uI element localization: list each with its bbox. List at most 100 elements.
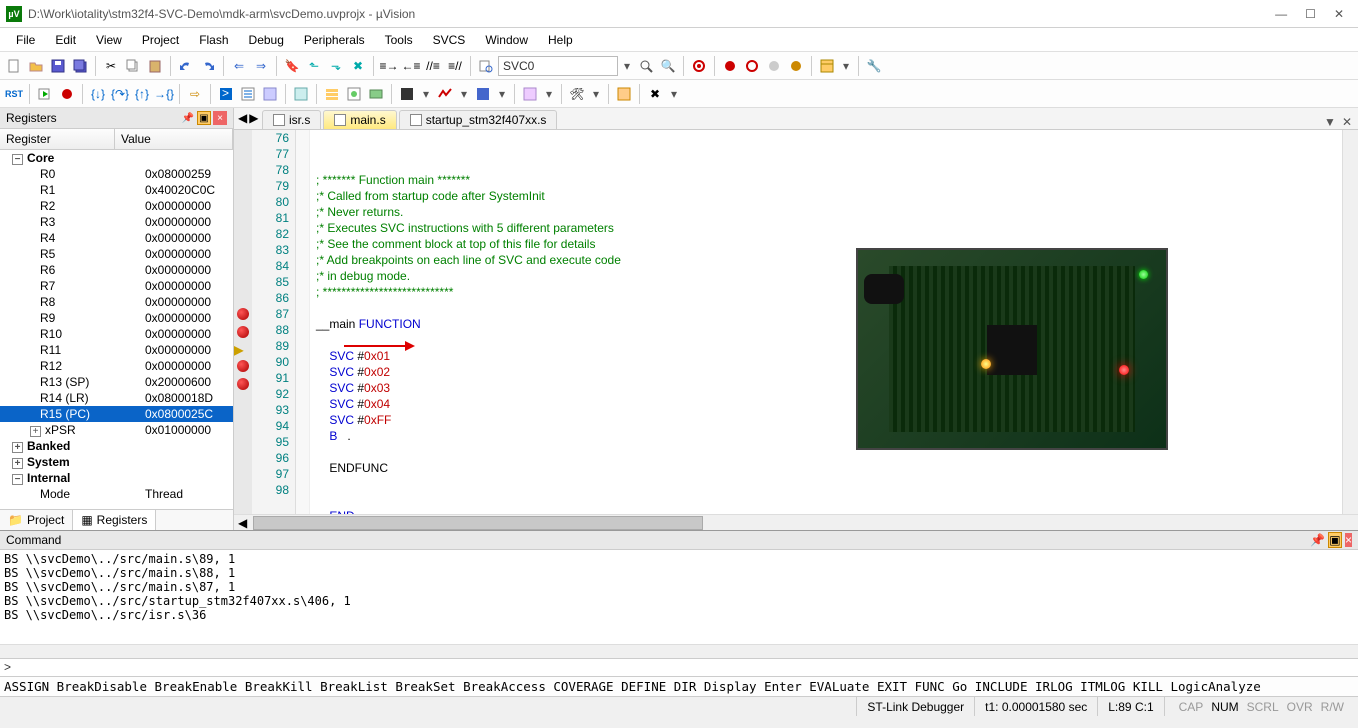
panel-close-icon[interactable]: ×	[213, 111, 227, 125]
register-row[interactable]: R100x00000000	[0, 326, 233, 342]
code-line[interactable]: ; ****************************	[316, 284, 1342, 300]
editor-tab[interactable]: main.s	[323, 110, 396, 129]
register-row[interactable]: R10x40020C0C	[0, 182, 233, 198]
watch-window-icon[interactable]	[344, 84, 364, 104]
cmd-pin-icon[interactable]: 📌	[1310, 533, 1325, 547]
pc-marker[interactable]: ▶	[234, 342, 252, 358]
command-window-icon[interactable]: >	[216, 84, 236, 104]
code-line[interactable]	[316, 300, 1342, 316]
code-line[interactable]: ;* See the comment block at top of this …	[316, 236, 1342, 252]
editor-tab[interactable]: isr.s	[262, 110, 321, 129]
menu-window[interactable]: Window	[475, 31, 538, 49]
register-row[interactable]: R110x00000000	[0, 342, 233, 358]
code-line[interactable]: __main FUNCTION	[316, 316, 1342, 332]
register-row[interactable]: R15 (PC)0x0800025C	[0, 406, 233, 422]
step-out-icon[interactable]: {↑}	[132, 84, 152, 104]
register-row[interactable]: R60x00000000	[0, 262, 233, 278]
menu-view[interactable]: View	[86, 31, 132, 49]
code-line[interactable]: ;* Add breakpoints on each line of SVC a…	[316, 252, 1342, 268]
system-viewer-icon[interactable]	[520, 84, 540, 104]
bookmark-next-icon[interactable]: ⬎	[326, 56, 346, 76]
editor-tab[interactable]: startup_stm32f407xx.s	[399, 110, 558, 129]
register-group[interactable]: −Core	[0, 150, 233, 166]
show-next-icon[interactable]: ⇨	[185, 84, 205, 104]
bookmark-clear-icon[interactable]: ✖	[348, 56, 368, 76]
register-group[interactable]: −Internal	[0, 470, 233, 486]
open-file-icon[interactable]	[26, 56, 46, 76]
serial-window-icon[interactable]	[397, 84, 417, 104]
bp-insert-icon[interactable]	[720, 56, 740, 76]
window-layout-dropdown-icon[interactable]: ▾	[839, 59, 853, 73]
breakpoint-icon[interactable]	[237, 308, 249, 320]
step-icon[interactable]: {↓}	[88, 84, 108, 104]
outdent-icon[interactable]: ←≡	[401, 56, 421, 76]
find-icon[interactable]	[636, 56, 656, 76]
call-stack-icon[interactable]	[322, 84, 342, 104]
code-line[interactable]: ;* Called from startup code after System…	[316, 188, 1342, 204]
register-row[interactable]: R13 (SP)0x20000600	[0, 374, 233, 390]
menu-tools[interactable]: Tools	[375, 31, 423, 49]
bookmark-icon[interactable]: 🔖	[282, 56, 302, 76]
breakpoint-icon[interactable]	[237, 326, 249, 338]
indent-icon[interactable]: ≡→	[379, 56, 399, 76]
code-line[interactable]	[316, 492, 1342, 508]
editor-dropdown-icon[interactable]: ▼	[1324, 115, 1336, 129]
code-line[interactable]: ;* Executes SVC instructions with 5 diff…	[316, 220, 1342, 236]
serial-dd-icon[interactable]: ▾	[419, 87, 433, 101]
bp-disable-icon[interactable]	[764, 56, 784, 76]
save-all-icon[interactable]	[70, 56, 90, 76]
configure-icon[interactable]: 🔧	[864, 56, 884, 76]
tab-prev-icon[interactable]: ◀	[238, 111, 247, 125]
code-line[interactable]: SVC #0x04	[316, 396, 1342, 412]
window-layout-icon[interactable]	[817, 56, 837, 76]
update-windows-icon[interactable]	[614, 84, 634, 104]
register-group[interactable]: +Banked	[0, 438, 233, 454]
command-hscrollbar[interactable]	[0, 644, 1358, 658]
find-in-files-icon[interactable]	[476, 56, 496, 76]
command-output[interactable]: BS \\svcDemo\../src/main.s\89, 1 BS \\sv…	[0, 550, 1358, 644]
register-row[interactable]: R14 (LR)0x0800018D	[0, 390, 233, 406]
code-line[interactable]	[316, 332, 1342, 348]
register-row[interactable]: +xPSR0x01000000	[0, 422, 233, 438]
code-line[interactable]: SVC #0x03	[316, 380, 1342, 396]
value-col-header[interactable]: Value	[115, 129, 233, 149]
tab-project[interactable]: 📁Project	[0, 510, 73, 530]
registers-window-icon[interactable]	[291, 84, 311, 104]
editor-vscrollbar[interactable]	[1342, 130, 1358, 514]
code-line[interactable]: ; ******* Function main *******	[316, 172, 1342, 188]
find-combo-dropdown-icon[interactable]: ▾	[620, 59, 634, 73]
command-input[interactable]: >	[0, 658, 1358, 676]
disasm-window-icon[interactable]	[238, 84, 258, 104]
new-file-icon[interactable]	[4, 56, 24, 76]
register-row[interactable]: R30x00000000	[0, 214, 233, 230]
code-line[interactable]	[316, 476, 1342, 492]
menu-file[interactable]: File	[6, 31, 45, 49]
copy-icon[interactable]	[123, 56, 143, 76]
tab-next-icon[interactable]: ▶	[249, 111, 258, 125]
register-row[interactable]: R120x00000000	[0, 358, 233, 374]
minimize-button[interactable]: —	[1275, 7, 1287, 21]
register-row[interactable]: R20x00000000	[0, 198, 233, 214]
registers-tree[interactable]: −Core R00x08000259 R10x40020C0C R20x0000…	[0, 150, 233, 509]
tools-icon[interactable]: ✖	[645, 84, 665, 104]
panel-pin-icon[interactable]: 📌	[181, 111, 195, 125]
toolbox-icon[interactable]: 🛠	[567, 84, 587, 104]
panel-dropdown-icon[interactable]: ▣	[197, 111, 211, 125]
breakpoint-icon[interactable]	[237, 378, 249, 390]
register-row[interactable]: R00x08000259	[0, 166, 233, 182]
uncomment-icon[interactable]: ≡//	[445, 56, 465, 76]
menu-flash[interactable]: Flash	[189, 31, 238, 49]
code-line[interactable]: SVC #0x01	[316, 348, 1342, 364]
register-row[interactable]: R70x00000000	[0, 278, 233, 294]
code-line[interactable]: ;* in debug mode.	[316, 268, 1342, 284]
toolbox-dd-icon[interactable]: ▾	[589, 87, 603, 101]
analysis-window-icon[interactable]	[435, 84, 455, 104]
redo-icon[interactable]	[198, 56, 218, 76]
editor-hscrollbar[interactable]: ◀	[234, 514, 1358, 530]
menu-debug[interactable]: Debug	[239, 31, 294, 49]
code-line[interactable]: SVC #0x02	[316, 364, 1342, 380]
incremental-find-icon[interactable]: 🔍	[658, 56, 678, 76]
code-line[interactable]: ENDFUNC	[316, 460, 1342, 476]
run-icon[interactable]	[35, 84, 55, 104]
close-button[interactable]: ✕	[1334, 7, 1344, 21]
